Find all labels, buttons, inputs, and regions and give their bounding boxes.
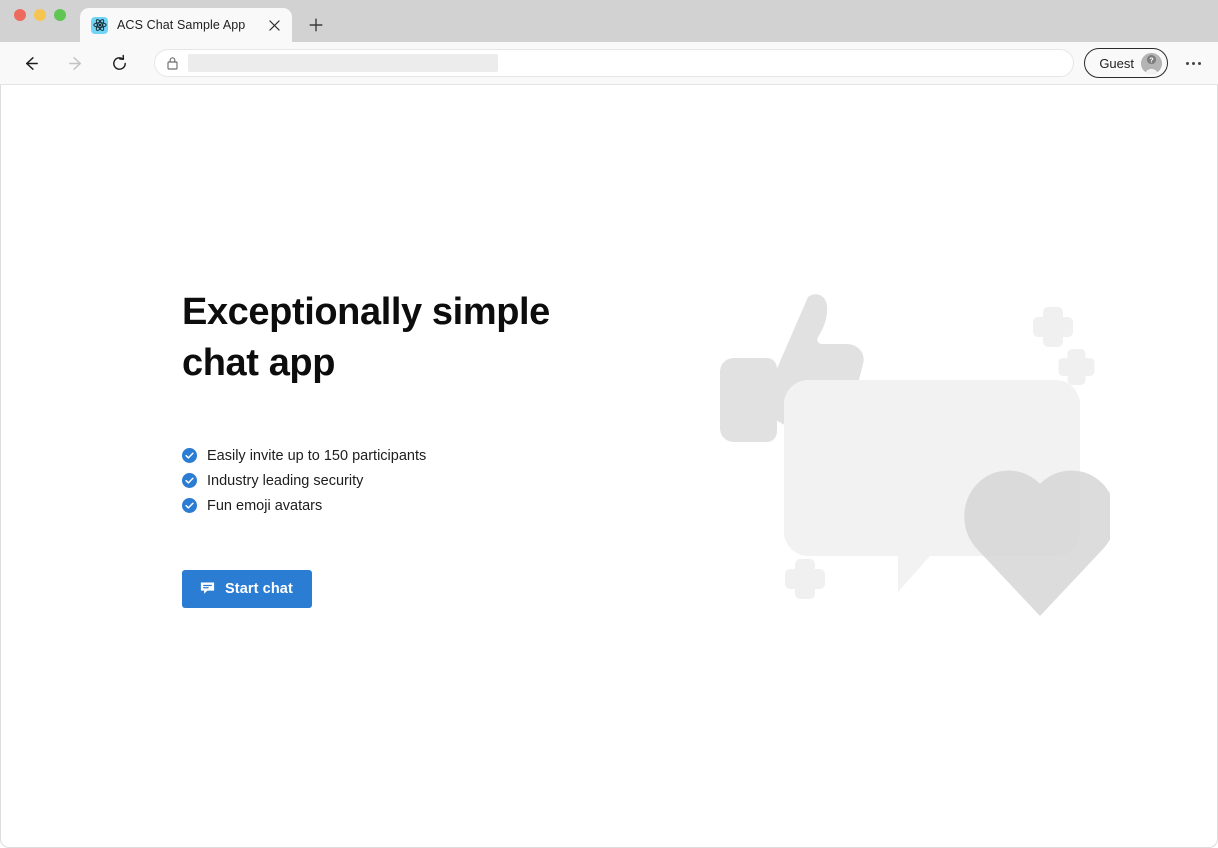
tab-title: ACS Chat Sample App [117, 18, 246, 32]
chat-bubble-icon [199, 580, 216, 597]
check-circle-icon [182, 448, 197, 463]
window-maximize-button[interactable] [54, 9, 66, 21]
start-chat-button[interactable]: Start chat [182, 569, 312, 608]
feature-list: Easily invite up to 150 participants Ind… [182, 447, 612, 515]
window-minimize-button[interactable] [34, 9, 46, 21]
new-tab-button[interactable] [302, 11, 330, 39]
hero-section: Exceptionally simple chat app Easily inv… [1, 85, 1217, 847]
list-item: Fun emoji avatars [182, 497, 612, 515]
list-item: Easily invite up to 150 participants [182, 447, 612, 465]
browser-menu-button[interactable] [1178, 48, 1208, 78]
page-viewport: Exceptionally simple chat app Easily inv… [0, 85, 1218, 848]
browser-toolbar: Guest ? [0, 42, 1218, 85]
back-button[interactable] [14, 48, 48, 78]
person-question-avatar-icon: ? [1141, 52, 1162, 74]
check-circle-icon [182, 498, 197, 513]
address-bar-url[interactable] [188, 54, 498, 72]
feature-label: Fun emoji avatars [207, 497, 323, 514]
reload-button[interactable] [102, 48, 136, 78]
feature-label: Easily invite up to 150 participants [207, 447, 427, 464]
browser-window: ACS Chat Sample App Guest ? Exceptionall… [0, 0, 1218, 848]
profile-label: Guest [1099, 55, 1134, 71]
forward-button[interactable] [58, 48, 92, 78]
window-close-button[interactable] [14, 9, 26, 21]
lock-icon [165, 56, 180, 71]
more-horizontal-icon [1185, 61, 1201, 65]
start-chat-label: Start chat [225, 580, 293, 597]
address-bar[interactable] [154, 49, 1075, 77]
list-item: Industry leading security [182, 472, 612, 490]
tab-close-icon[interactable] [265, 16, 283, 34]
browser-tab[interactable]: ACS Chat Sample App [80, 8, 292, 42]
chat-reactions-illustration [690, 277, 1116, 617]
profile-button[interactable]: Guest ? [1084, 48, 1168, 78]
page-title-line-1: Exceptionally simple [182, 290, 550, 333]
react-logo-icon [91, 16, 108, 34]
hero-text-column: Exceptionally simple chat app Easily inv… [182, 287, 612, 608]
window-controls [14, 0, 66, 42]
page-title: Exceptionally simple chat app [182, 287, 612, 389]
svg-text:?: ? [1149, 55, 1154, 64]
feature-label: Industry leading security [207, 472, 364, 489]
tab-strip: ACS Chat Sample App [0, 0, 1218, 42]
check-circle-icon [182, 473, 197, 488]
page-title-line-2: chat app [182, 341, 336, 384]
